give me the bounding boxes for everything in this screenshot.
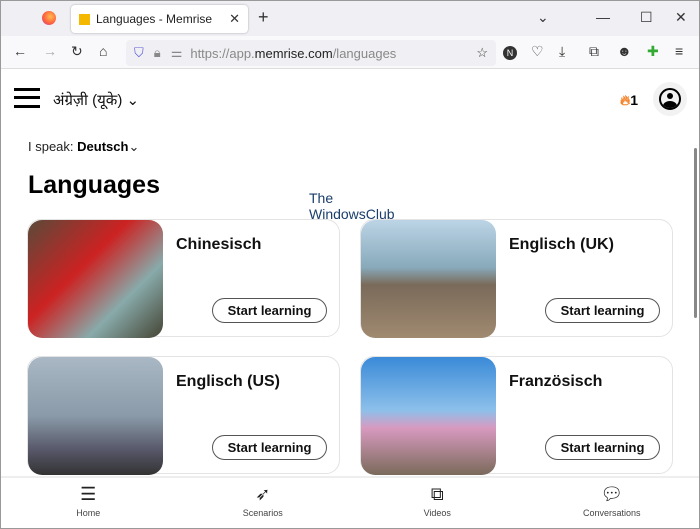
- course-name: Englisch (UK): [509, 236, 614, 253]
- start-learning-button[interactable]: Start learning: [545, 298, 660, 323]
- tab-bar: Languages - Memrise ✕ + ⌄ — ☐ ✕: [1, 1, 699, 36]
- page-content: अंग्रेज़ी (यूके) ⌄ 🔥︎1 I speak: Deutsch⌄…: [1, 70, 699, 476]
- nav-scenarios[interactable]: ➶ Scenarios: [176, 478, 351, 528]
- profile-extension-icon[interactable]: ☻: [617, 43, 632, 59]
- hamburger-menu-icon[interactable]: [14, 88, 40, 108]
- scrollbar[interactable]: [694, 148, 697, 318]
- tab-title: Languages - Memrise: [96, 12, 213, 26]
- maximize-button[interactable]: ☐: [640, 9, 653, 26]
- speak-selector[interactable]: I speak: Deutsch⌄: [28, 139, 139, 155]
- course-card[interactable]: Chinesisch Start learning: [27, 219, 340, 338]
- extension-n-icon[interactable]: N: [503, 46, 517, 60]
- nav-videos[interactable]: ⧉ Videos: [350, 478, 525, 528]
- navigation-toolbar: ← → ↻ ⌂ ⛉ 🔒︎ ⚌ https://app. memrise.com/l…: [1, 36, 699, 69]
- forward-icon[interactable]: →: [43, 43, 57, 59]
- watermark: The WindowsClub: [309, 190, 395, 222]
- course-name: Chinesisch: [176, 236, 262, 253]
- language-label: अंग्रेज़ी (यूके): [53, 92, 123, 109]
- close-window-button[interactable]: ✕: [675, 9, 687, 26]
- address-bar[interactable]: ⛉ 🔒︎ ⚌ https://app. memrise.com/languages…: [126, 40, 496, 66]
- close-tab-icon[interactable]: ✕: [229, 11, 240, 27]
- speak-label: I speak:: [28, 139, 74, 154]
- nav-home[interactable]: ☰ Home: [1, 478, 176, 528]
- speak-value: Deutsch: [77, 139, 129, 154]
- profile-avatar-button[interactable]: [653, 82, 687, 116]
- back-icon[interactable]: ←: [13, 43, 27, 59]
- extension-plus-icon[interactable]: ✚: [647, 43, 659, 60]
- streak-counter: 🔥︎1: [620, 92, 638, 109]
- url-prefix: https://app.: [190, 45, 255, 61]
- start-learning-button[interactable]: Start learning: [212, 298, 327, 323]
- shield-icon[interactable]: ⛉: [134, 45, 144, 61]
- home-list-icon: ☰: [80, 484, 97, 504]
- course-name: Französisch: [509, 373, 603, 390]
- nav-label: Scenarios: [242, 508, 283, 518]
- course-card[interactable]: Englisch (US) Start learning: [27, 356, 340, 475]
- course-image: [361, 220, 496, 338]
- nav-label: Home: [76, 508, 101, 518]
- chevron-down-icon: ⌄: [128, 139, 140, 154]
- home-icon[interactable]: ⌂: [99, 43, 107, 59]
- firefox-icon[interactable]: [42, 11, 56, 25]
- url-path: /languages: [332, 45, 397, 61]
- language-selector[interactable]: अंग्रेज़ी (यूके) ⌄: [53, 90, 139, 110]
- start-learning-button[interactable]: Start learning: [212, 435, 327, 460]
- nav-label: Conversations: [582, 508, 641, 518]
- course-card[interactable]: Französisch Start learning: [360, 356, 673, 475]
- start-learning-button[interactable]: Start learning: [545, 435, 660, 460]
- menu-icon[interactable]: ≡: [675, 43, 683, 59]
- video-icon: ⧉: [430, 484, 444, 504]
- pocket-icon[interactable]: ♡: [531, 43, 544, 60]
- course-image: [361, 357, 496, 475]
- bottom-navigation: ☰ Home ➶ Scenarios ⧉ Videos 💬︎ Conversations: [1, 476, 699, 528]
- user-icon: [659, 88, 681, 110]
- permissions-icon[interactable]: ⚌: [171, 45, 183, 61]
- course-image: [28, 357, 163, 475]
- page-title: Languages: [28, 171, 160, 199]
- chat-bubble-icon: 💬︎: [600, 484, 624, 504]
- bookmark-star-icon[interactable]: ☆: [476, 45, 488, 61]
- downloads-icon[interactable]: ⤓: [559, 43, 565, 60]
- streak-count: 1: [630, 92, 639, 108]
- chevron-down-icon: ⌄: [126, 92, 140, 109]
- tab-languages[interactable]: Languages - Memrise ✕: [71, 5, 248, 33]
- course-image: [28, 220, 163, 338]
- nav-conversations[interactable]: 💬︎ Conversations: [525, 478, 700, 528]
- minimize-button[interactable]: —: [596, 9, 610, 25]
- new-tab-button[interactable]: +: [258, 7, 269, 28]
- course-card[interactable]: Englisch (UK) Start learning: [360, 219, 673, 338]
- reload-icon[interactable]: ↻: [71, 43, 83, 60]
- url-domain: memrise.com: [254, 45, 333, 61]
- tab-list-icon[interactable]: ⌄: [537, 9, 549, 26]
- flame-icon: 🔥︎: [620, 92, 631, 108]
- rocket-icon: ➶: [255, 484, 271, 504]
- nav-label: Videos: [423, 508, 451, 518]
- course-name: Englisch (US): [176, 373, 281, 390]
- memrise-favicon-icon: [79, 13, 90, 25]
- lock-icon[interactable]: 🔒︎: [154, 45, 161, 61]
- watermark-line: The: [309, 190, 334, 206]
- extensions-icon[interactable]: ⧉: [589, 43, 599, 60]
